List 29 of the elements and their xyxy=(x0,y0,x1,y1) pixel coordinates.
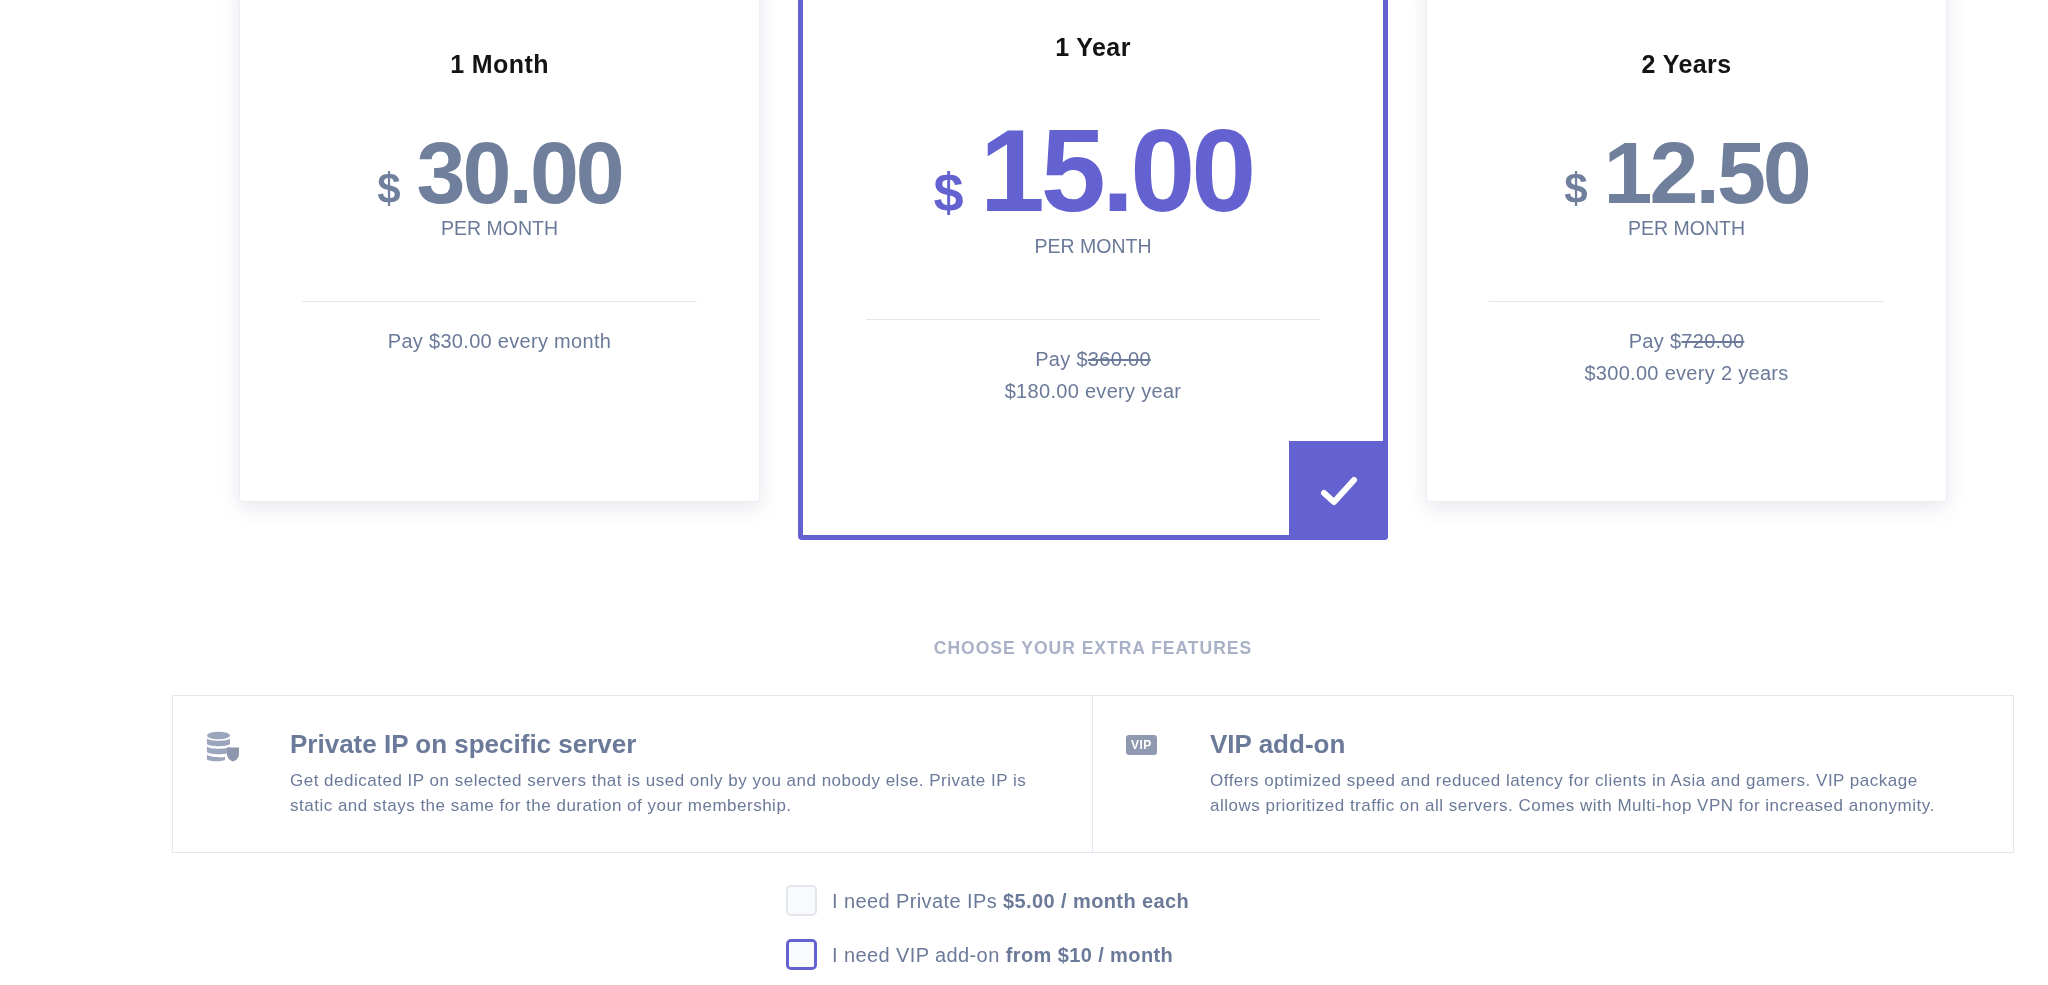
feature-title: Private IP on specific server xyxy=(290,728,638,760)
plan-title: 1 Month xyxy=(450,49,549,79)
price-amount: 30.00 xyxy=(416,129,622,217)
plan-card[interactable]: 1 Year $15.00 PER MONTH Pay $360.00 $180.00 every year xyxy=(798,0,1388,540)
billing-text: Pay $30.00 every month xyxy=(387,329,612,354)
billing-text: Pay $720.00 $300.00 every 2 years xyxy=(1584,329,1789,386)
check-icon xyxy=(1289,441,1388,540)
price-period: PER MONTH xyxy=(1628,217,1745,239)
checkbox-label[interactable]: I need Private IPs $5.00 / month each xyxy=(832,888,1190,913)
plan-card[interactable]: 1 Month $ 30.00 PER MONTH Pay $30.00 every month xyxy=(239,0,760,502)
feature-description: Offers optimized speed and reduced latency for clients in Asia and gamers. VIP package allows prioritized traffic on all servers. Comes with Multi-hop VPN for increased anonymity. xyxy=(1210,770,1936,817)
database-icon xyxy=(206,731,240,762)
price-amount: 12.50 xyxy=(1603,129,1809,217)
section-heading: CHOOSE YOUR EXTRA FEATURES xyxy=(932,638,1254,658)
price-currency: $ xyxy=(933,165,964,219)
plan-card[interactable]: 2 Years $ 12.50 PER MONTH Pay $720.00 $300.00 every 2 years xyxy=(1426,0,1947,502)
price-currency: $ xyxy=(377,168,401,210)
checkbox[interactable] xyxy=(786,885,817,916)
price-amount: 15.00 xyxy=(979,112,1253,229)
price-period: PER MONTH xyxy=(1034,235,1152,257)
plan-title: 2 Years xyxy=(1641,49,1732,79)
vip-tag: VIP xyxy=(1126,735,1157,755)
feature-description: Get dedicated IP on selected servers that is used only by you and nobody else. Private IP is static and stays the same for the duration of your membership. xyxy=(290,770,1028,817)
price-currency: $ xyxy=(1564,168,1588,210)
billing-text: Pay $360.00 $180.00 every year xyxy=(1004,347,1182,404)
plan-title: 1 Year xyxy=(1055,32,1131,62)
checkbox-label[interactable]: I need VIP add-on from $10 / month xyxy=(832,942,1174,967)
feature-title: VIP add-on xyxy=(1210,728,1347,760)
price-period: PER MONTH xyxy=(441,217,558,239)
